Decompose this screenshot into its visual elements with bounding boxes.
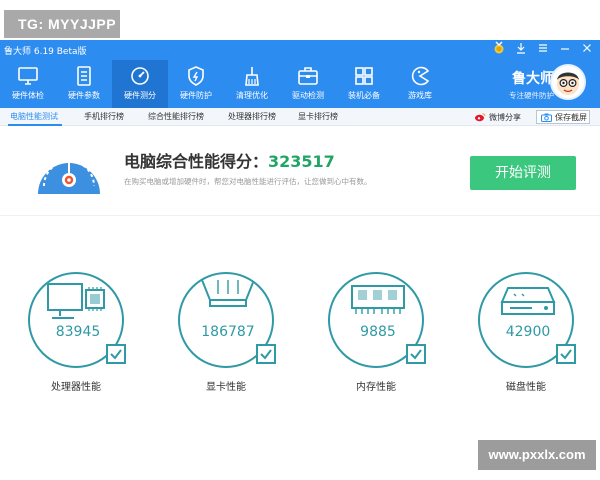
- menu-icon[interactable]: [536, 41, 550, 57]
- tab-pc-performance-test[interactable]: 电脑性能测试: [10, 111, 58, 122]
- screenshot-label: 保存截屏: [555, 112, 587, 122]
- document-icon: [77, 66, 91, 86]
- monitor-icon: [18, 67, 38, 85]
- tab-phone-ranking[interactable]: 手机排行榜: [84, 111, 124, 122]
- weibo-share-button[interactable]: 微博分享: [474, 110, 521, 124]
- broom-icon: [245, 67, 259, 86]
- tool-label: 装机必备: [348, 91, 380, 100]
- score-description: 在购买电脑或增加硬件时，帮您对电脑性能进行评估，让您做到心中有数。: [124, 177, 372, 186]
- tool-driver-check[interactable]: 驱动检测: [280, 64, 336, 106]
- metric-value: 42900: [505, 324, 551, 340]
- app-window: 鲁大师 6.19 Beta版 硬件体检 硬件参数 硬件测分 硬件防护 清理优化 …: [0, 40, 600, 480]
- minimize-icon[interactable]: [558, 41, 572, 57]
- window-controls: [492, 41, 594, 57]
- score-value: 323517: [268, 152, 335, 171]
- tab-cpu-ranking[interactable]: 处理器排行榜: [228, 111, 276, 122]
- metric-memory[interactable]: 9885 内存性能: [328, 272, 428, 442]
- metric-label: 显卡性能: [206, 382, 246, 393]
- metric-value: 83945: [55, 324, 101, 340]
- tool-hardware-check[interactable]: 硬件体检: [0, 64, 56, 106]
- tool-label: 硬件体检: [12, 91, 44, 100]
- avatar[interactable]: [550, 64, 586, 100]
- tool-label: 游戏库: [408, 91, 432, 100]
- tab-gpu-ranking[interactable]: 显卡排行榜: [298, 111, 338, 122]
- main-toolbar: 硬件体检 硬件参数 硬件测分 硬件防护 清理优化 驱动检测 装机必备 游戏库 鲁…: [0, 60, 600, 108]
- tool-clean-optimize[interactable]: 清理优化: [224, 64, 280, 106]
- ranking-tabs: 电脑性能测试 手机排行榜 综合性能排行榜 处理器排行榜 显卡排行榜 微博分享 保…: [0, 108, 600, 126]
- tool-label: 硬件参数: [68, 91, 100, 100]
- metric-gpu[interactable]: 186787 显卡性能: [178, 272, 278, 442]
- tool-hardware-score[interactable]: 硬件测分: [112, 60, 168, 108]
- metric-cpu[interactable]: 83945 处理器性能: [28, 272, 128, 442]
- tool-essential-apps[interactable]: 装机必备: [336, 64, 392, 106]
- brand-name: 鲁大师: [512, 71, 554, 87]
- metric-label: 处理器性能: [51, 382, 101, 393]
- tool-label: 硬件防护: [180, 91, 212, 100]
- award-icon[interactable]: [492, 41, 506, 57]
- shield-icon: [188, 66, 204, 86]
- metric-label: 磁盘性能: [506, 382, 546, 393]
- metric-label: 内存性能: [356, 382, 396, 393]
- brand-subtitle: 专注硬件防护: [509, 91, 554, 100]
- check-icon: [256, 344, 276, 364]
- app-title: 鲁大师 6.19 Beta版: [4, 47, 87, 57]
- metric-value: 186787: [201, 324, 255, 340]
- camera-icon: [541, 113, 552, 122]
- tab-overall-ranking[interactable]: 综合性能排行榜: [148, 111, 204, 122]
- cpu-icon: [47, 283, 105, 319]
- metric-disk[interactable]: 42900 磁盘性能: [478, 272, 578, 442]
- score-title: 电脑综合性能得分：323517: [124, 148, 335, 172]
- score-title-prefix: 电脑综合性能得分：: [124, 152, 269, 171]
- toolbox-icon: [298, 67, 318, 85]
- disk-icon: [500, 287, 556, 315]
- gpu-icon: [201, 279, 255, 307]
- close-icon[interactable]: [580, 41, 594, 57]
- check-icon: [406, 344, 426, 364]
- brand: 鲁大师 专注硬件防护: [490, 66, 554, 101]
- start-benchmark-button[interactable]: 开始评测: [470, 156, 576, 190]
- share-label: 微博分享: [489, 112, 521, 122]
- tool-hardware-protect[interactable]: 硬件防护: [168, 64, 224, 106]
- speedometer-icon: [131, 67, 149, 85]
- tool-label: 驱动检测: [292, 91, 324, 100]
- mascot-avatar-icon: [557, 72, 579, 95]
- check-icon: [106, 344, 126, 364]
- pacman-icon: [411, 66, 430, 86]
- apps-icon: [355, 67, 373, 85]
- watermark-top-left: TG: MYYJJPP: [4, 10, 120, 38]
- save-screenshot-button[interactable]: 保存截屏: [536, 110, 590, 124]
- tool-game-library[interactable]: 游戏库: [392, 64, 448, 106]
- check-icon: [556, 344, 576, 364]
- title-bar: 鲁大师 6.19 Beta版: [0, 40, 600, 60]
- memory-icon: [351, 285, 405, 314]
- tool-label: 清理优化: [236, 91, 268, 100]
- tool-label: 硬件测分: [124, 91, 156, 100]
- download-icon[interactable]: [514, 41, 528, 57]
- weibo-icon: [475, 113, 486, 122]
- speed-gauge-icon: [38, 160, 100, 194]
- watermark-bottom-right: www.pxxlx.com: [478, 440, 596, 470]
- overall-score-panel: 电脑综合性能得分：323517 在购买电脑或增加硬件时，帮您对电脑性能进行评估，…: [0, 126, 600, 216]
- metric-value: 9885: [360, 324, 396, 340]
- tool-hardware-params[interactable]: 硬件参数: [56, 64, 112, 106]
